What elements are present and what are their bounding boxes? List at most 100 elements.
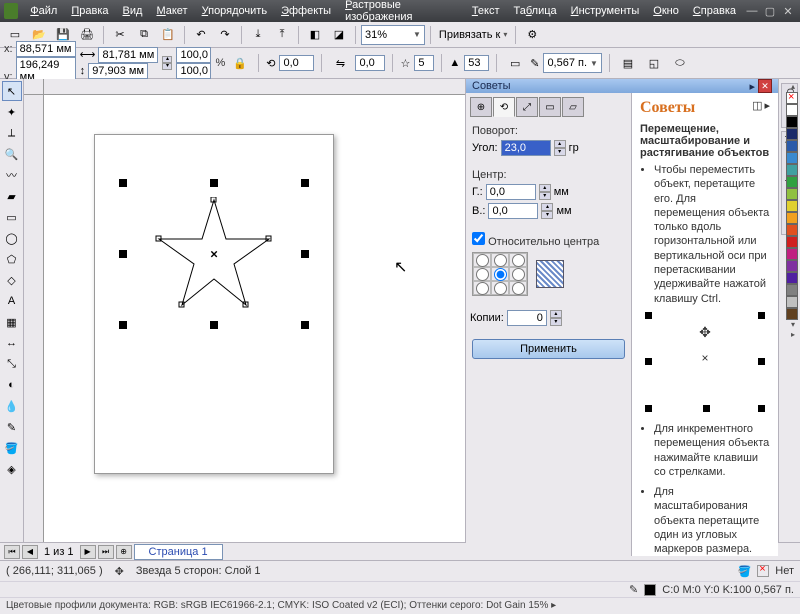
color-swatch[interactable] xyxy=(786,176,798,188)
docker-close-button[interactable]: ✕ xyxy=(758,79,772,93)
interactive-fill-tool[interactable]: ◈ xyxy=(2,459,22,479)
selected-object[interactable]: × xyxy=(119,179,309,329)
selection-handle[interactable] xyxy=(119,321,127,329)
menu-view[interactable]: Вид xyxy=(117,3,149,19)
menu-arrange[interactable]: Упорядочить xyxy=(196,3,273,19)
selection-handle[interactable] xyxy=(210,321,218,329)
zoom-combo[interactable]: ▼ xyxy=(361,25,425,45)
crop-tool[interactable]: ⟂ xyxy=(2,123,22,143)
center-v-input[interactable]: 0,0 xyxy=(488,203,538,219)
welcome-button[interactable]: ◪ xyxy=(328,24,350,46)
page-tab[interactable]: Страница 1 xyxy=(134,544,223,560)
options-button[interactable]: ⚙ xyxy=(521,24,543,46)
menu-file[interactable]: Файл xyxy=(24,3,63,19)
to-front-button[interactable]: ◱ xyxy=(643,52,665,74)
outline-width-combo[interactable]: 0,567 п.▼ xyxy=(543,53,602,73)
hints-book-icon[interactable]: ◫ xyxy=(752,99,762,112)
add-page-button[interactable]: ⊕ xyxy=(116,545,132,559)
polygon-tool[interactable]: ⬠ xyxy=(2,249,22,269)
menu-layout[interactable]: Макет xyxy=(150,3,193,19)
window-close[interactable]: ✕ xyxy=(780,4,796,18)
width-value[interactable]: 81,781 мм xyxy=(98,47,158,63)
copies-input[interactable]: 0 xyxy=(507,310,547,326)
palette-menu[interactable]: ▸ xyxy=(786,330,800,340)
color-swatch[interactable] xyxy=(786,128,798,140)
selection-handle[interactable] xyxy=(301,179,309,187)
menu-edit[interactable]: Правка xyxy=(65,3,114,19)
ruler-vertical[interactable] xyxy=(24,95,44,542)
canvas-area[interactable]: миллиметры × ↖ xyxy=(24,79,465,542)
lock-ratio-button[interactable]: 🔒 xyxy=(229,52,251,74)
color-swatch[interactable] xyxy=(786,272,798,284)
import-button[interactable]: ⤓ xyxy=(247,24,269,46)
fill-indicator-icon[interactable]: 🪣 xyxy=(738,565,752,578)
scale-y[interactable]: 100,0 xyxy=(176,63,211,79)
menu-effects[interactable]: Эффекты xyxy=(275,3,337,19)
text-tool[interactable]: A xyxy=(2,291,22,311)
height-value[interactable]: 97,903 мм xyxy=(88,63,148,79)
color-swatch[interactable] xyxy=(786,296,798,308)
no-fill-swatch[interactable]: × xyxy=(786,92,798,104)
color-swatch[interactable] xyxy=(786,284,798,296)
outline-tool[interactable]: ✎ xyxy=(2,417,22,437)
last-page-button[interactable]: ⏭ xyxy=(98,545,114,559)
x-value[interactable]: 88,571 мм xyxy=(16,41,76,57)
color-swatch[interactable] xyxy=(786,200,798,212)
zoom-input[interactable] xyxy=(365,29,410,41)
menu-bitmap[interactable]: Растровые изображения xyxy=(339,0,464,25)
star-shape[interactable] xyxy=(154,197,274,312)
relative-checkbox[interactable]: Относительно центра xyxy=(472,236,599,248)
center-h-input[interactable]: 0,0 xyxy=(486,184,536,200)
color-swatch[interactable] xyxy=(786,224,798,236)
color-swatch[interactable] xyxy=(786,164,798,176)
color-swatch[interactable] xyxy=(786,236,798,248)
table-tool[interactable]: ▦ xyxy=(2,312,22,332)
color-swatch[interactable] xyxy=(786,152,798,164)
pick-tool[interactable]: ↖ xyxy=(2,81,22,101)
selection-handle[interactable] xyxy=(301,250,309,258)
color-swatch[interactable] xyxy=(786,188,798,200)
menu-text[interactable]: Текст xyxy=(466,3,506,19)
rotation-value[interactable]: 0,0 xyxy=(279,55,314,71)
rotate-tab[interactable]: ⟲ xyxy=(493,97,515,117)
next-page-button[interactable]: ▶ xyxy=(80,545,96,559)
menu-window[interactable]: Окно xyxy=(647,3,685,19)
scale-tab[interactable]: ⤢ xyxy=(516,97,538,117)
redo-button[interactable]: ↷ xyxy=(214,24,236,46)
menu-tools[interactable]: Инструменты xyxy=(565,3,646,19)
menu-table[interactable]: Таблица xyxy=(508,3,563,19)
prev-page-button[interactable]: ◀ xyxy=(22,545,38,559)
scale-x[interactable]: 100,0 xyxy=(176,47,211,63)
points-value[interactable]: 5 xyxy=(414,55,434,71)
sharpness-value[interactable]: 53 xyxy=(464,55,489,71)
ruler-corner[interactable] xyxy=(24,79,44,95)
apply-button[interactable]: Применить xyxy=(472,339,625,359)
color-swatch[interactable] xyxy=(786,116,798,128)
color-swatch[interactable] xyxy=(786,104,798,116)
fill-swatch[interactable]: × xyxy=(757,565,769,577)
skew-tab[interactable]: ▱ xyxy=(562,97,584,117)
connector-tool[interactable]: ⤡ xyxy=(2,354,22,374)
basic-shapes-tool[interactable]: ◇ xyxy=(2,270,22,290)
export-button[interactable]: ⤒ xyxy=(271,24,293,46)
selection-handle[interactable] xyxy=(210,179,218,187)
mirror-h-button[interactable]: ⇋ xyxy=(329,52,351,74)
copy-button[interactable]: ⧉ xyxy=(133,24,155,46)
size-tab[interactable]: ▭ xyxy=(539,97,561,117)
position-tab[interactable]: ⊕ xyxy=(470,97,492,117)
undo-button[interactable]: ↶ xyxy=(190,24,212,46)
color-swatch[interactable] xyxy=(786,260,798,272)
zoom-tool[interactable]: 🔍 xyxy=(2,144,22,164)
selection-handle[interactable] xyxy=(119,250,127,258)
first-page-button[interactable]: ⏮ xyxy=(4,545,20,559)
color-swatch[interactable] xyxy=(786,212,798,224)
convert-curves-button[interactable]: ⬭ xyxy=(669,52,691,74)
menu-help[interactable]: Справка xyxy=(687,3,742,19)
mirror-value[interactable]: 0,0 xyxy=(355,55,385,71)
window-maximize[interactable]: ▢ xyxy=(762,4,778,18)
ruler-horizontal[interactable]: миллиметры xyxy=(44,79,465,95)
docker-titlebar[interactable]: Советы ▸ ✕ xyxy=(466,79,778,93)
print-button[interactable]: 🖨 xyxy=(76,24,98,46)
shape-tool[interactable]: ✦ xyxy=(2,102,22,122)
angle-input[interactable]: 23,0 xyxy=(501,140,551,156)
